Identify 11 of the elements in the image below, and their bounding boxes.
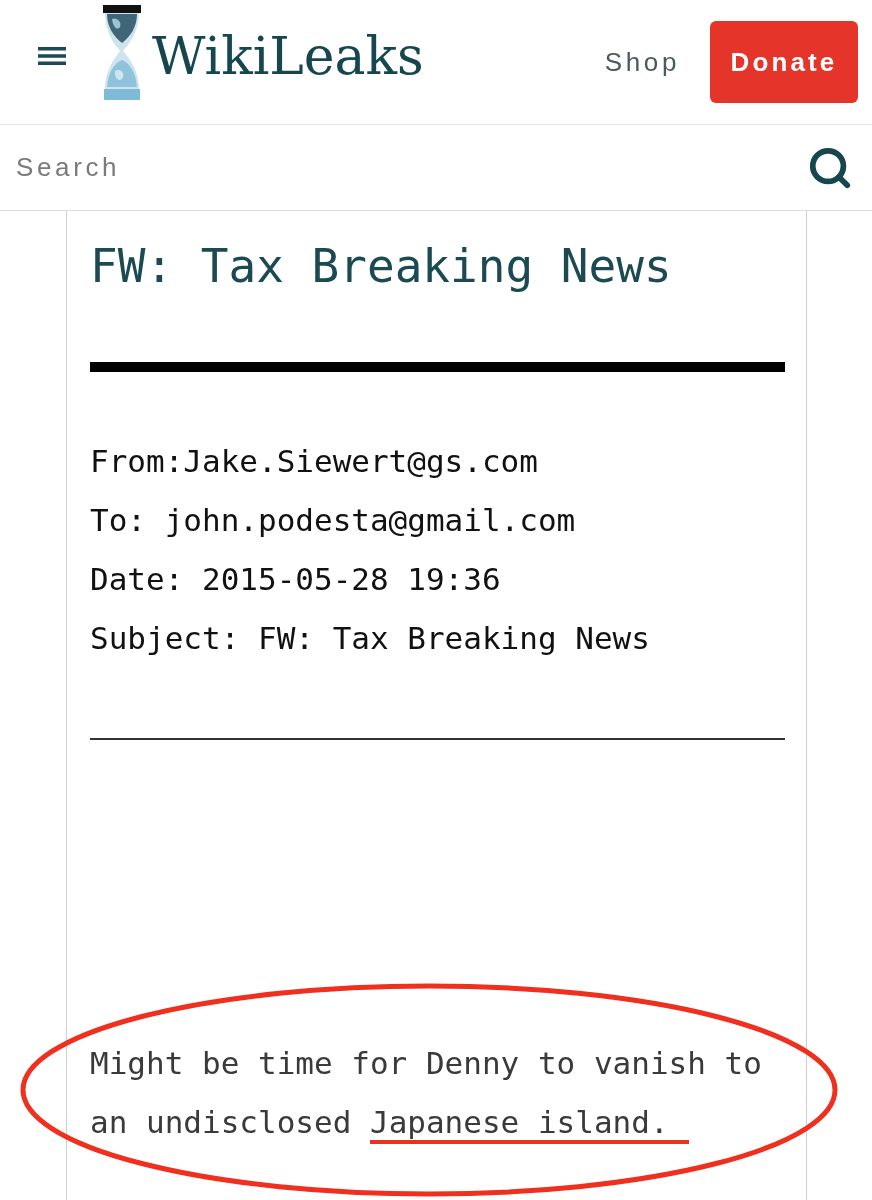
email-header-line: Date: 2015-05-28 19:36 — [90, 560, 501, 599]
email-header-line: Subject: FW: Tax Breaking News — [90, 619, 650, 658]
search-field[interactable]: Search — [0, 125, 806, 210]
hourglass-logo-icon[interactable] — [100, 5, 142, 100]
shop-link[interactable]: Shop — [604, 49, 680, 75]
email-header-line: To: john.podesta@gmail.com — [90, 501, 576, 540]
donate-button[interactable]: Donate — [710, 21, 858, 103]
email-body-text: Might be time for Denny to vanish to an undisclosed Japanese island. — [90, 1034, 785, 1152]
site-logo-text[interactable]: WikiLeaks — [152, 30, 424, 82]
menu-icon[interactable] — [38, 47, 66, 65]
email-header-line: From:Jake.Siewert@gs.com — [90, 442, 538, 481]
